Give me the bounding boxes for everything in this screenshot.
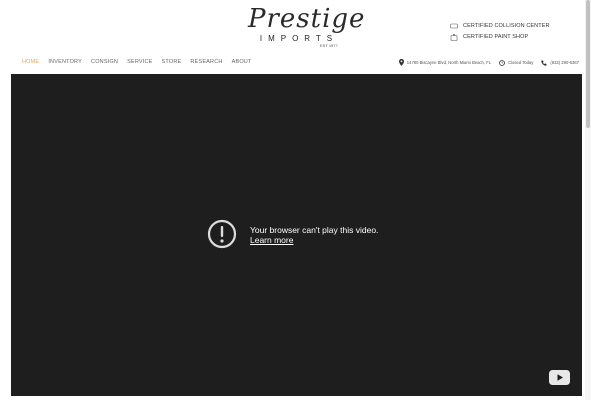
youtube-icon[interactable] xyxy=(549,370,570,385)
learn-more-link[interactable]: Learn more xyxy=(250,235,378,246)
cert-collision: CERTIFIED COLLISION CENTER xyxy=(450,21,550,31)
cert-paint-label: CERTIFIED PAINT SHOP xyxy=(463,34,529,40)
page-scrollbar[interactable] xyxy=(585,0,591,400)
cert-paint: CERTIFIED PAINT SHOP xyxy=(450,32,550,42)
nav-inventory[interactable]: INVENTORY xyxy=(48,59,82,65)
nav-research[interactable]: RESEARCH xyxy=(190,59,222,65)
nav-home[interactable]: HOME xyxy=(22,59,39,65)
contact-info: 14780 Biscayne Blvd, North Miami Beach, … xyxy=(391,58,579,67)
video-player[interactable]: Your browser can't play this video. Lear… xyxy=(11,74,582,396)
logo-est-text: EST 1977 xyxy=(320,43,338,48)
car-icon xyxy=(450,23,459,29)
logo-script-text: Prestige xyxy=(248,4,366,34)
cert-collision-label: CERTIFIED COLLISION CENTER xyxy=(463,23,550,29)
nav-consign[interactable]: CONSIGN xyxy=(91,59,118,65)
clock-icon xyxy=(499,59,505,66)
alert-icon xyxy=(207,219,237,249)
prestige-imports-logo[interactable]: Prestige IMPORTS EST 1977 xyxy=(248,4,364,48)
phone-link[interactable]: (833) 290-6367 xyxy=(541,60,579,66)
map-pin-icon xyxy=(398,59,404,66)
certifications: CERTIFIED COLLISION CENTER CERTIFIED PAI… xyxy=(450,21,550,43)
hours-link[interactable]: Closed Today xyxy=(499,59,534,66)
address-text: 14780 Biscayne Blvd, North Miami Beach, … xyxy=(406,60,492,65)
main-nav: HOME INVENTORY CONSIGN SERVICE STORE RES… xyxy=(22,59,261,65)
address-link[interactable]: 14780 Biscayne Blvd, North Miami Beach, … xyxy=(398,59,492,66)
video-error-lines: Your browser can't play this video. Lear… xyxy=(250,225,378,246)
site-header: Prestige IMPORTS EST 1977 CERTIFIED COLL… xyxy=(0,0,591,74)
logo-sub-text: IMPORTS xyxy=(259,34,339,43)
hours-text: Closed Today xyxy=(508,60,534,65)
nav-service[interactable]: SERVICE xyxy=(127,59,152,65)
spray-paint-icon xyxy=(450,33,459,41)
scrollbar-thumb[interactable] xyxy=(586,0,590,128)
phone-text: (833) 290-6367 xyxy=(550,60,579,65)
nav-about[interactable]: ABOUT xyxy=(232,59,252,65)
nav-store[interactable]: STORE xyxy=(162,59,182,65)
video-error-message: Your browser can't play this video. Lear… xyxy=(206,218,378,250)
phone-icon xyxy=(541,60,547,66)
video-error-text: Your browser can't play this video. xyxy=(250,225,379,235)
